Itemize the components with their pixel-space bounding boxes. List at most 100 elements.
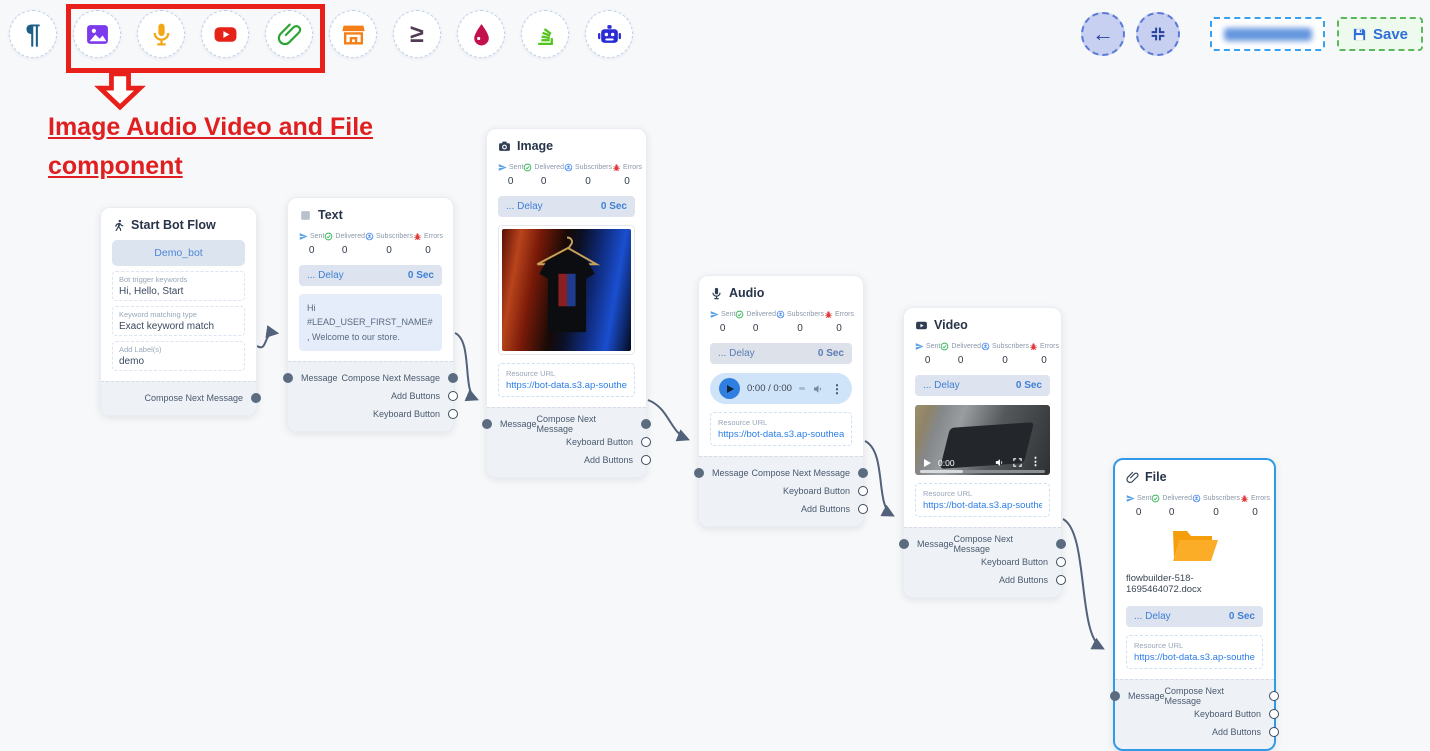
port-row: Keyboard Button: [288, 406, 453, 421]
output-port-compose[interactable]: [1269, 691, 1279, 701]
node-text[interactable]: Text Sent0 Delivered0 Subscribers0 Error…: [287, 197, 454, 432]
port-row: Add Buttons: [487, 452, 646, 467]
output-port-add-buttons[interactable]: [448, 391, 458, 401]
output-port-compose[interactable]: [448, 373, 458, 383]
resource-url-link[interactable]: https://bot-data.s3.ap-southeast-1.wasab…: [1134, 652, 1255, 663]
output-port-keyboard[interactable]: [858, 486, 868, 496]
port-message-label: Message: [712, 468, 749, 478]
redacted-action-button[interactable]: [1210, 17, 1325, 51]
video-player[interactable]: 0:00 ⋮: [915, 405, 1050, 475]
output-port-add-buttons[interactable]: [641, 455, 651, 465]
subscribers-icon: [365, 232, 374, 241]
field-matching-type[interactable]: Keyword matching type Exact keyword matc…: [112, 306, 245, 336]
delay-setting[interactable]: ... Delay 0 Sec: [498, 196, 635, 217]
toolbar-bot-button[interactable]: [585, 10, 633, 58]
file-preview[interactable]: flowbuilder-518-1695464072.docx: [1126, 526, 1263, 595]
volume-icon[interactable]: [994, 457, 1005, 468]
fullscreen-icon[interactable]: [1012, 457, 1023, 468]
port-compose-label: Compose Next Message: [144, 393, 243, 403]
input-port-message[interactable]: [283, 373, 293, 383]
folder-icon: [1171, 526, 1219, 564]
image-preview[interactable]: [498, 225, 635, 355]
delay-setting[interactable]: ... Delay 0 Sec: [1126, 606, 1263, 627]
output-port-add-buttons[interactable]: [1056, 575, 1066, 585]
output-port-compose[interactable]: [1056, 539, 1066, 549]
output-port-add-buttons[interactable]: [1269, 727, 1279, 737]
fit-view-button[interactable]: [1136, 12, 1180, 56]
stat-label: Delivered: [951, 343, 981, 350]
sent-icon: [1126, 494, 1135, 503]
output-port-keyboard[interactable]: [1269, 709, 1279, 719]
field-trigger-keywords[interactable]: Bot trigger keywords Hi, Hello, Start: [112, 271, 245, 301]
stats-row: Sent0 Delivered0 Subscribers0 Errors0: [710, 310, 852, 334]
output-port-keyboard[interactable]: [448, 409, 458, 419]
toolbar-store-button[interactable]: [329, 10, 377, 58]
audio-menu-button[interactable]: ⋮: [831, 383, 843, 395]
errors-icon: [824, 310, 833, 319]
output-port-keyboard[interactable]: [641, 437, 651, 447]
delivered-icon: [940, 342, 949, 351]
resource-url-link[interactable]: https://bot-data.s3.ap-southeast-1.wasab…: [718, 429, 844, 440]
delay-label: ... Delay: [1134, 611, 1171, 622]
input-port-message[interactable]: [1110, 691, 1120, 701]
toolbar-video-button[interactable]: [201, 10, 249, 58]
toolbar-image-button[interactable]: [73, 10, 121, 58]
stat-value: 0: [1002, 355, 1008, 366]
port-row: Message Compose Next Message: [1115, 688, 1274, 703]
resource-url-label: Resource URL: [718, 418, 844, 427]
toolbar-stack-button[interactable]: [521, 10, 569, 58]
stat-value: 0: [958, 355, 964, 366]
toolbar-audio-button[interactable]: [137, 10, 185, 58]
toolbar-drip-button[interactable]: [457, 10, 505, 58]
output-port-compose[interactable]: [858, 468, 868, 478]
node-audio[interactable]: Audio Sent0 Delivered0 Subscribers0 Erro…: [698, 275, 864, 527]
audio-seekbar[interactable]: [799, 387, 805, 390]
back-button[interactable]: ←: [1081, 12, 1125, 56]
input-port-message[interactable]: [482, 419, 492, 429]
node-start-bot-flow[interactable]: Start Bot Flow Demo_bot Bot trigger keyw…: [100, 207, 257, 416]
play-icon[interactable]: [924, 459, 931, 467]
audio-player[interactable]: 0:00 / 0:00 ⋮: [710, 373, 852, 404]
resource-url-link[interactable]: https://bot-data.s3.ap-southeast-1.wasab…: [923, 500, 1042, 511]
input-port-message[interactable]: [694, 468, 704, 478]
bot-name-button[interactable]: Demo_bot: [112, 240, 245, 266]
delay-label: ... Delay: [506, 201, 543, 212]
video-menu-button[interactable]: ⋮: [1030, 457, 1041, 468]
field-value: demo: [119, 356, 238, 367]
toolbar-file-button[interactable]: [265, 10, 313, 58]
input-port-message[interactable]: [899, 539, 909, 549]
video-time: 0:00: [938, 458, 955, 468]
resource-url-link[interactable]: https://bot-data.s3.ap-southeast-1.wasab…: [506, 380, 627, 391]
delay-setting[interactable]: ... Delay 0 Sec: [299, 265, 442, 286]
port-keyboard-label: Keyboard Button: [783, 486, 850, 496]
resource-url-box: Resource URL https://bot-data.s3.ap-sout…: [1126, 635, 1263, 669]
output-port-compose[interactable]: [641, 419, 651, 429]
stat-value: 0: [753, 323, 759, 334]
field-value: Hi, Hello, Start: [119, 286, 238, 297]
stat-label: Errors: [1251, 495, 1270, 502]
stat-value: 0: [1041, 355, 1047, 366]
node-file[interactable]: File Sent0 Delivered0 Subscribers0 Error…: [1113, 458, 1276, 751]
video-seekbar[interactable]: [920, 470, 1045, 473]
field-add-labels[interactable]: Add Label(s) demo: [112, 341, 245, 371]
output-port-keyboard[interactable]: [1056, 557, 1066, 567]
message-preview[interactable]: Hi #LEAD_USER_FIRST_NAME# , Welcome to o…: [299, 294, 442, 351]
delay-setting[interactable]: ... Delay 0 Sec: [710, 343, 852, 364]
store-icon: [341, 22, 366, 47]
delay-setting[interactable]: ... Delay 0 Sec: [915, 375, 1050, 396]
node-video[interactable]: Video Sent0 Delivered0 Subscribers0 Erro…: [903, 307, 1062, 598]
toolbar-sequence-button[interactable]: ≥: [393, 10, 441, 58]
output-port-compose[interactable]: [251, 393, 261, 403]
save-button[interactable]: Save: [1337, 17, 1423, 51]
stat-label: Errors: [835, 311, 854, 318]
sent-icon: [915, 342, 924, 351]
node-title-label: Audio: [729, 286, 764, 300]
play-button[interactable]: [719, 378, 740, 399]
wire-image-to-audio: [648, 400, 687, 439]
port-compose-label: Compose Next Message: [954, 534, 1048, 554]
microphone-icon: [710, 287, 723, 300]
toolbar-text-button[interactable]: ¶: [9, 10, 57, 58]
node-image[interactable]: Image Sent0 Delivered0 Subscribers0 Erro…: [486, 128, 647, 478]
volume-button[interactable]: [812, 383, 824, 395]
output-port-add-buttons[interactable]: [858, 504, 868, 514]
